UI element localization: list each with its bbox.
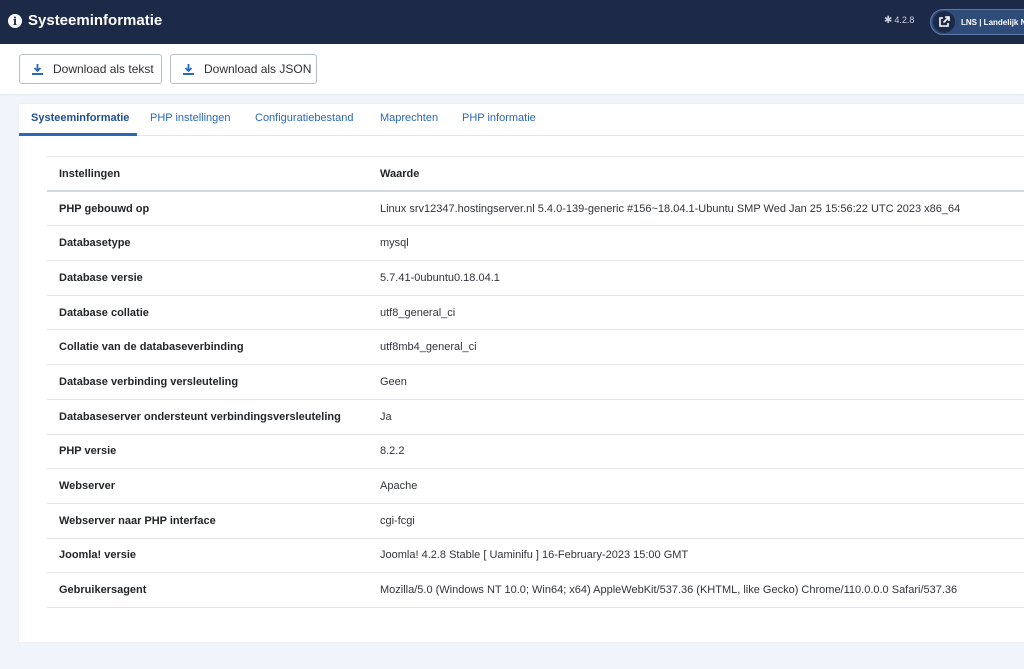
tab-configuratiebestand[interactable]: Configuratiebestand bbox=[255, 112, 353, 124]
column-header-settings: Instellingen bbox=[47, 156, 380, 193]
tab-bar: Systeeminformatie PHP instellingen Confi… bbox=[19, 104, 1024, 136]
setting-name: Database versie bbox=[47, 260, 380, 296]
download-json-button[interactable]: Download als JSON bbox=[170, 54, 317, 84]
table-row: Database collatie utf8_general_ci bbox=[47, 294, 1024, 330]
table-row: Databaseserver ondersteunt verbindingsve… bbox=[47, 398, 1024, 434]
table-row: Webserver Apache bbox=[47, 468, 1024, 504]
table-row: Databasetype mysql bbox=[47, 225, 1024, 261]
setting-name: PHP versie bbox=[47, 433, 380, 469]
setting-value: 5.7.41-0ubuntu0.18.04.1 bbox=[380, 260, 1024, 296]
table-row: PHP gebouwd op Linux srv12347.hostingserv… bbox=[47, 190, 1024, 226]
setting-name: Database collatie bbox=[47, 294, 380, 330]
info-icon: i bbox=[8, 14, 22, 28]
download-text-button[interactable]: Download als tekst bbox=[19, 54, 162, 84]
setting-name: Gebruikersagent bbox=[47, 572, 380, 608]
system-info-table: Instellingen Waarde PHP gebouwd op Linux … bbox=[47, 156, 1024, 608]
tab-maprechten[interactable]: Maprechten bbox=[380, 112, 438, 124]
setting-name: Webserver naar PHP interface bbox=[47, 502, 380, 539]
setting-value: Apache bbox=[380, 468, 1024, 504]
setting-value: 8.2.2 bbox=[380, 433, 1024, 469]
active-tab-indicator bbox=[19, 133, 137, 136]
setting-value: mysql bbox=[380, 225, 1024, 261]
site-link-label: LNS | Landelijk Ne bbox=[961, 17, 1024, 27]
content-panel: Systeeminformatie PHP instellingen Confi… bbox=[19, 104, 1024, 642]
version-badge: ✱ 4.2.8 bbox=[884, 15, 914, 26]
table-row: Database verbinding versleuteling Geen bbox=[47, 364, 1024, 400]
table-row: Webserver naar PHP interface cgi-fcgi bbox=[47, 502, 1024, 539]
setting-value: Joomla! 4.2.8 Stable [ Uaminifu ] 16-Feb… bbox=[380, 537, 1024, 573]
setting-name: Database verbinding versleuteling bbox=[47, 364, 380, 400]
download-icon bbox=[32, 63, 43, 75]
table-row: PHP versie 8.2.2 bbox=[47, 433, 1024, 469]
setting-name: Joomla! versie bbox=[47, 537, 380, 573]
setting-value: Linux srv12347.hostingserver.nl 5.4.0-13… bbox=[380, 190, 1024, 226]
setting-name: Databasetype bbox=[47, 225, 380, 261]
download-json-label: Download als JSON bbox=[204, 62, 312, 76]
header-bar: i Systeeminformatie ✱ 4.2.8 LNS | Landeli… bbox=[0, 0, 1024, 44]
page-title: Systeeminformatie bbox=[28, 12, 163, 29]
table-row: Collatie van de databaseverbinding utf8mb… bbox=[47, 329, 1024, 365]
setting-value: utf8mb4_general_ci bbox=[380, 329, 1024, 365]
download-icon bbox=[183, 63, 194, 75]
table-header-row: Instellingen Waarde bbox=[47, 156, 1024, 193]
table-row: Gebruikersagent Mozilla/5.0 (Windows NT 1… bbox=[47, 572, 1024, 608]
setting-value: utf8_general_ci bbox=[380, 294, 1024, 330]
site-link-button[interactable]: LNS | Landelijk Ne bbox=[930, 9, 1024, 35]
external-link-icon bbox=[933, 11, 955, 33]
setting-value: Mozilla/5.0 (Windows NT 10.0; Win64; x64… bbox=[380, 572, 1024, 608]
table-row: Database versie 5.7.41-0ubuntu0.18.04.1 bbox=[47, 260, 1024, 296]
setting-value: Geen bbox=[380, 364, 1024, 400]
setting-name: Webserver bbox=[47, 468, 380, 504]
column-header-value: Waarde bbox=[380, 156, 1024, 193]
tab-php-instellingen[interactable]: PHP instellingen bbox=[150, 112, 231, 124]
download-text-label: Download als tekst bbox=[53, 62, 154, 76]
table-row: Joomla! versie Joomla! 4.2.8 Stable [ Uam… bbox=[47, 537, 1024, 573]
setting-name: Collatie van de databaseverbinding bbox=[47, 329, 380, 365]
setting-value: Ja bbox=[380, 398, 1024, 434]
setting-name: PHP gebouwd op bbox=[47, 190, 380, 226]
setting-name: Databaseserver ondersteunt verbindingsve… bbox=[47, 398, 380, 434]
toolbar: Download als tekst Download als JSON bbox=[0, 44, 1024, 94]
setting-value: cgi-fcgi bbox=[380, 502, 1024, 539]
joomla-icon: ✱ bbox=[884, 15, 893, 26]
tab-php-informatie[interactable]: PHP informatie bbox=[462, 112, 536, 124]
tab-systeeminformatie[interactable]: Systeeminformatie bbox=[31, 112, 129, 124]
version-number: 4.2.8 bbox=[894, 15, 915, 25]
